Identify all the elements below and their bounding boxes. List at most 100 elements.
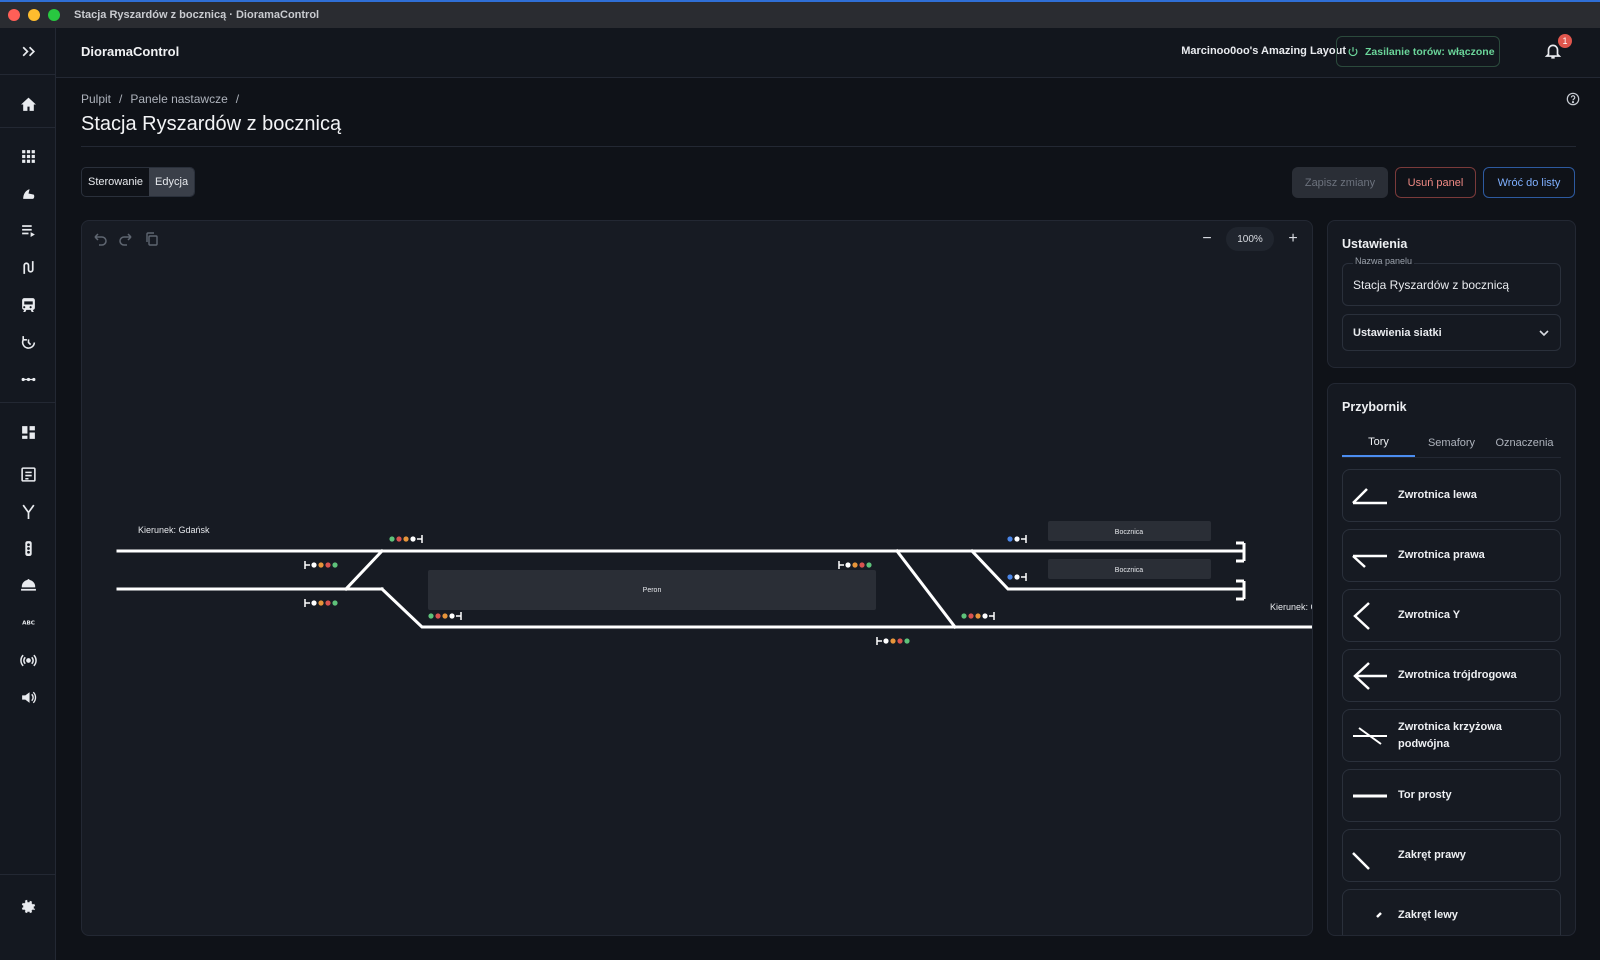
- toolbox-item-switch-three-way[interactable]: Zwrotnica trójdrogowa: [1342, 649, 1561, 702]
- signal-siding-2[interactable]: [1007, 573, 1027, 581]
- signal-siding-1[interactable]: [1007, 535, 1027, 543]
- settings-icon[interactable]: [0, 892, 56, 922]
- direction-gdansk-label: Kierunek: Gdańsk: [138, 525, 210, 535]
- tab-signals[interactable]: Semafory: [1415, 428, 1488, 457]
- expand-icon[interactable]: [0, 36, 56, 66]
- double-slip-icon: [1353, 727, 1387, 745]
- broadcast-icon[interactable]: [0, 645, 56, 675]
- breadcrumb-panels[interactable]: Panele nastawcze: [130, 92, 227, 106]
- maximize-window-button[interactable]: [48, 9, 60, 21]
- toolbox-item-label: Zwrotnica krzyżowa podwójna: [1398, 721, 1502, 750]
- breadcrumb-pulpit[interactable]: Pulpit: [81, 92, 111, 106]
- train-icon[interactable]: [0, 289, 56, 319]
- home-icon[interactable]: [0, 89, 56, 119]
- toolbox-item-switch-y[interactable]: Zwrotnica Y: [1342, 589, 1561, 642]
- signal-bottom-middle[interactable]: [876, 637, 910, 645]
- app-header: DioramaControl Marcinoo0oo's Amazing Lay…: [56, 28, 1600, 78]
- panel-editor-canvas[interactable]: − 100% + Peron Bocznica Bocznica Kierune…: [81, 220, 1313, 936]
- grid-settings-label: Ustawienia siatki: [1353, 327, 1442, 339]
- save-changes-button[interactable]: Zapisz zmiany: [1292, 167, 1388, 198]
- switch-icon[interactable]: [0, 496, 56, 526]
- switch-right-icon: [1352, 554, 1387, 568]
- straight-track-icon: [1353, 794, 1387, 798]
- toolbox-item-label: Zwrotnica Y: [1398, 609, 1461, 622]
- breadcrumb-separator: /: [235, 92, 240, 106]
- panel-name-field[interactable]: Nazwa panelu Stacja Ryszardów z bocznicą: [1342, 256, 1561, 306]
- back-to-list-button[interactable]: Wróć do listy: [1483, 167, 1575, 198]
- switch-left-icon: [1352, 488, 1387, 505]
- track-power-button[interactable]: Zasilanie torów: włączone: [1336, 36, 1500, 67]
- left-rail: ABC: [0, 28, 56, 960]
- panel-name-value[interactable]: Stacja Ryszardów z bocznicą: [1353, 278, 1509, 292]
- window-controls[interactable]: [8, 9, 60, 21]
- switch-y-icon: [1353, 602, 1370, 630]
- signal-left-2[interactable]: [304, 599, 338, 607]
- toolbox-tabs: Tory Semafory Oznaczenia: [1342, 428, 1561, 458]
- switch-crossover-left: [343, 548, 385, 592]
- sound-icon[interactable]: [0, 682, 56, 712]
- toolbox-item-curve-right[interactable]: Zakręt prawy: [1342, 829, 1561, 882]
- close-window-button[interactable]: [8, 9, 20, 21]
- siding-2-label: Bocznica: [1115, 567, 1144, 574]
- app-name: DioramaControl: [81, 44, 180, 59]
- switch-crossover-right: [894, 548, 958, 630]
- toolbox-item-switch-left[interactable]: Zwrotnica lewa: [1342, 469, 1561, 522]
- signal-bottom-right[interactable]: [961, 612, 995, 620]
- window-title: Stacja Ryszardów z bocznicą · DioramaCon…: [74, 9, 320, 21]
- settings-title: Ustawienia: [1342, 237, 1408, 251]
- settings-panel: Ustawienia Nazwa panelu Stacja Ryszardów…: [1327, 220, 1576, 368]
- toolbox-item-straight-track[interactable]: Tor prosty: [1342, 769, 1561, 822]
- platform-label: Peron: [643, 587, 662, 594]
- automation-icon[interactable]: [0, 327, 56, 357]
- toolbox-item-curve-left[interactable]: Zakręt lewy: [1342, 889, 1561, 935]
- signal-top-left[interactable]: [389, 535, 423, 543]
- toolbox-item-switch-right[interactable]: Zwrotnica prawa: [1342, 529, 1561, 582]
- mode-edit-button[interactable]: Edycja: [149, 168, 195, 196]
- toolbox-item-double-slip[interactable]: Zwrotnica krzyżowa podwójna: [1342, 709, 1561, 762]
- toolbox-item-label: Tor prosty: [1398, 789, 1452, 802]
- breadcrumb-separator: /: [119, 92, 123, 106]
- signal-platform-left[interactable]: [428, 612, 462, 620]
- toolbox-item-label: Zwrotnica prawa: [1398, 549, 1485, 562]
- grid-icon[interactable]: [0, 141, 56, 171]
- delete-panel-button[interactable]: Usuń panel: [1395, 167, 1476, 198]
- grid-settings-accordion[interactable]: Ustawienia siatki: [1342, 314, 1561, 351]
- svg-text:ABC: ABC: [22, 620, 35, 626]
- more-icon[interactable]: [0, 364, 56, 394]
- signal-top-middle[interactable]: [838, 561, 872, 569]
- breadcrumb: Pulpit / Panele nastawcze /: [81, 92, 239, 106]
- tab-markings[interactable]: Oznaczenia: [1488, 428, 1561, 457]
- tab-tracks[interactable]: Tory: [1342, 428, 1415, 457]
- window-titlebar: Stacja Ryszardów z bocznicą · DioramaCon…: [0, 0, 1600, 28]
- curve-right-icon: [1352, 852, 1370, 870]
- routes-icon[interactable]: [0, 252, 56, 282]
- toolbox-title: Przybornik: [1342, 400, 1407, 414]
- track-power-label: Zasilanie torów: włączone: [1365, 45, 1495, 58]
- playlist-icon[interactable]: [0, 215, 56, 245]
- signal-icon[interactable]: [0, 533, 56, 563]
- track-layout: Peron Bocznica Bocznica Kierunek: Gdańsk…: [116, 521, 1312, 645]
- page-title: Stacja Ryszardów z bocznicą: [81, 113, 342, 135]
- header-divider: [81, 146, 1576, 147]
- panel-name-label: Nazwa panelu: [1353, 256, 1415, 266]
- panels-icon[interactable]: [0, 459, 56, 489]
- toolbox-item-label: Zakręt lewy: [1398, 909, 1458, 922]
- abc-icon[interactable]: ABC: [0, 607, 56, 637]
- chevron-down-icon: [1539, 330, 1549, 337]
- turntable-icon[interactable]: [0, 570, 56, 600]
- locomotive-icon[interactable]: [0, 178, 56, 208]
- dashboard-icon[interactable]: [0, 417, 56, 447]
- help-icon[interactable]: [1566, 92, 1580, 106]
- mode-control-button[interactable]: Sterowanie: [82, 168, 149, 196]
- layout-name[interactable]: Marcinoo0oo's Amazing Layout: [1181, 45, 1346, 57]
- signal-left-1[interactable]: [304, 561, 338, 569]
- toolbox-item-label: Zwrotnica trójdrogowa: [1398, 669, 1517, 682]
- toolbox-item-label: Zakręt prawy: [1398, 849, 1466, 862]
- switch-three-way-icon: [1353, 662, 1387, 690]
- siding-1-label: Bocznica: [1115, 529, 1144, 536]
- minimize-window-button[interactable]: [28, 9, 40, 21]
- notification-badge: 1: [1558, 34, 1572, 48]
- power-icon: [1348, 46, 1358, 56]
- curve-left-icon: [1376, 912, 1382, 918]
- toolbox-panel: Przybornik Tory Semafory Oznaczenia Zwro…: [1327, 383, 1576, 936]
